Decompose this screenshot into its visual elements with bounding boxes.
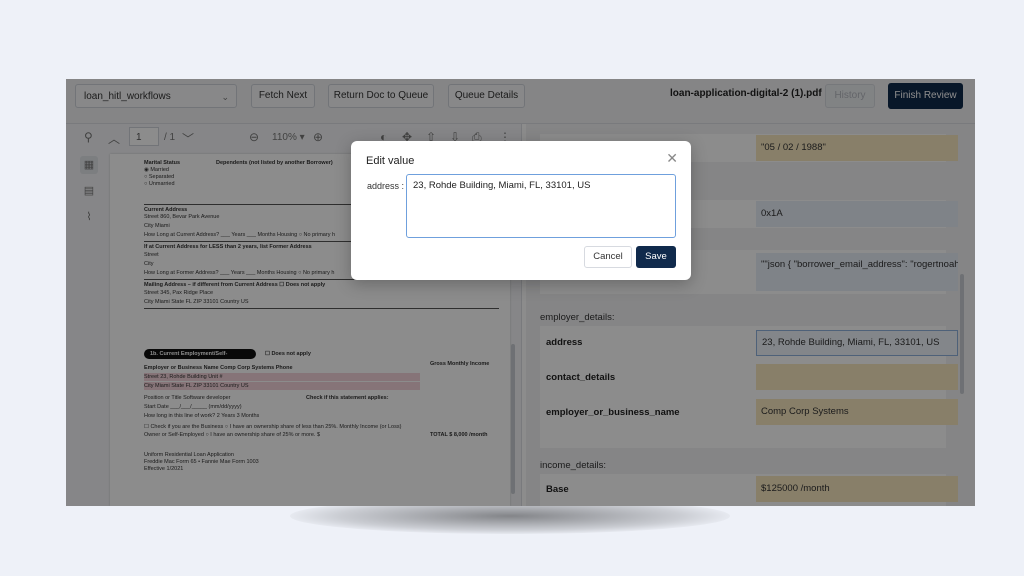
close-icon[interactable]: ✕	[666, 150, 678, 167]
address-textarea[interactable]: 23, Rohde Building, Miami, FL, 33101, US	[406, 174, 676, 238]
cancel-button[interactable]: Cancel	[584, 246, 632, 268]
save-button[interactable]: Save	[636, 246, 676, 268]
dialog-title: Edit value	[366, 155, 415, 167]
address-field-label: address :	[367, 181, 405, 191]
edit-value-dialog: Edit value ✕ address : 23, Rohde Buildin…	[351, 141, 691, 280]
